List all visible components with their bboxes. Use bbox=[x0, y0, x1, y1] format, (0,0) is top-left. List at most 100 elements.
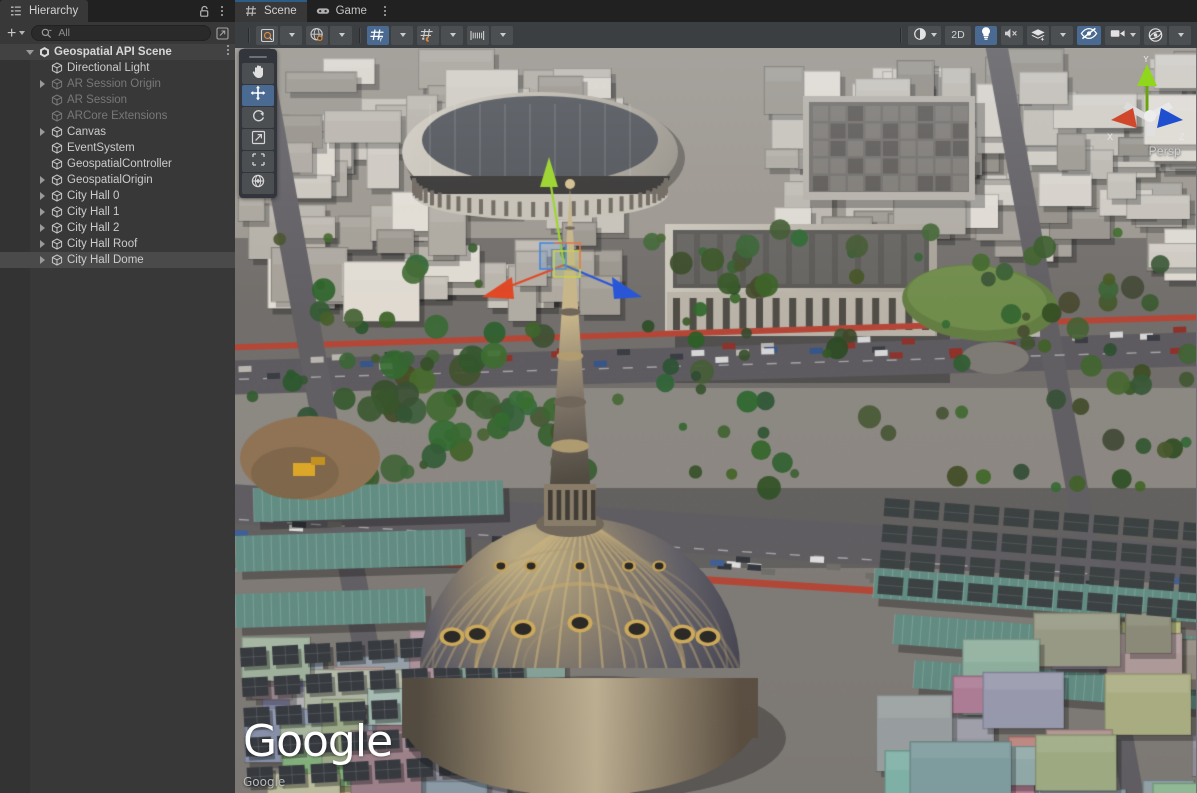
hierarchy-item-ar-session-origin[interactable]: AR Session Origin bbox=[0, 76, 235, 92]
window-popout-icon[interactable] bbox=[214, 25, 231, 41]
hand-icon bbox=[251, 64, 266, 84]
hierarchy-item-eventsystem[interactable]: EventSystem bbox=[0, 140, 235, 156]
grid-visibility-toggle[interactable]: Y bbox=[367, 26, 413, 45]
disclosure-triangle-icon[interactable] bbox=[36, 256, 49, 264]
hierarchy-item-label: City Hall 1 bbox=[65, 206, 119, 218]
disclosure-triangle-icon[interactable] bbox=[23, 50, 36, 55]
tab-game[interactable]: Game bbox=[307, 0, 377, 22]
draw-mode-dropdown[interactable] bbox=[256, 26, 302, 45]
hierarchy-item-city-hall-roof[interactable]: City Hall Roof bbox=[0, 236, 235, 252]
disclosure-triangle-icon[interactable] bbox=[36, 176, 49, 184]
tools-overlay[interactable] bbox=[239, 49, 277, 198]
disclosure-triangle-icon[interactable] bbox=[36, 240, 49, 248]
projection-mode-label[interactable]: Persp bbox=[1149, 144, 1181, 158]
tab-game-label: Game bbox=[336, 5, 367, 17]
scene-render-canvas[interactable] bbox=[235, 48, 1196, 793]
chevron-down-icon bbox=[931, 33, 937, 37]
kebab-menu-icon[interactable] bbox=[214, 3, 230, 19]
hierarchy-item-label: Directional Light bbox=[65, 62, 149, 74]
hierarchy-item-geospatialorigin[interactable]: GeospatialOrigin bbox=[0, 172, 235, 188]
kebab-menu-icon[interactable] bbox=[227, 45, 229, 55]
scene-audio-toggle[interactable] bbox=[1001, 26, 1023, 45]
svg-text:Y: Y bbox=[1143, 56, 1149, 64]
globe-icon[interactable] bbox=[306, 26, 328, 45]
disclosure-triangle-icon[interactable] bbox=[36, 192, 49, 200]
scale-icon bbox=[251, 130, 266, 150]
increment-snap-dropdown[interactable] bbox=[467, 26, 513, 45]
create-object-button[interactable]: + bbox=[4, 24, 28, 42]
hierarchy-item-city-hall-0[interactable]: City Hall 0 bbox=[0, 188, 235, 204]
scene-viewport[interactable]: Y X Z Persp Google Google bbox=[235, 48, 1197, 793]
disclosure-triangle-icon[interactable] bbox=[36, 128, 49, 136]
grid-y-icon[interactable]: Y bbox=[367, 26, 389, 45]
gizmos-toggle[interactable] bbox=[1144, 26, 1191, 45]
disclosure-triangle-icon[interactable] bbox=[36, 208, 49, 216]
fx-layers-icon[interactable] bbox=[1027, 26, 1049, 45]
scene-tabbar: Scene Game bbox=[235, 0, 1197, 22]
tab-scene[interactable]: Scene bbox=[235, 0, 307, 22]
disclosure-triangle-icon[interactable] bbox=[36, 224, 49, 232]
gameobject-icon bbox=[49, 174, 65, 186]
scene-lighting-2-dropdown[interactable] bbox=[306, 26, 352, 45]
hierarchy-item-label: City Hall Roof bbox=[65, 238, 137, 250]
increment-snap-chevron[interactable] bbox=[491, 26, 513, 45]
grid-snapping-chevron[interactable] bbox=[441, 26, 463, 45]
rect-transform-icon[interactable] bbox=[242, 151, 274, 172]
lock-icon[interactable] bbox=[196, 3, 212, 19]
hierarchy-item-label: GeospatialOrigin bbox=[65, 174, 153, 186]
gizmos-chevron[interactable] bbox=[1169, 26, 1191, 45]
svg-text:Z: Z bbox=[1179, 132, 1185, 142]
hierarchy-tree[interactable]: Geospatial API Scene Directional Light AR … bbox=[0, 44, 235, 793]
scene-tab-actions bbox=[377, 0, 398, 22]
camera-settings-dropdown[interactable] bbox=[1105, 26, 1140, 45]
scene-panel: Scene Game bbox=[235, 0, 1197, 793]
overlay-drag-handle[interactable] bbox=[249, 56, 267, 58]
hierarchy-item-city-hall-dome[interactable]: City Hall Dome bbox=[0, 252, 235, 268]
hand-tool[interactable] bbox=[242, 63, 274, 84]
hierarchy-item-canvas[interactable]: Canvas bbox=[0, 124, 235, 140]
hierarchy-item-geospatial-api-scene[interactable]: Geospatial API Scene bbox=[0, 44, 235, 60]
grid-magnet-icon[interactable] bbox=[417, 26, 439, 45]
toolbar-group-left bbox=[256, 26, 352, 45]
draw-mode-chevron[interactable] bbox=[280, 26, 302, 45]
grid-snapping-toggle[interactable] bbox=[417, 26, 463, 45]
gamepad-icon bbox=[315, 3, 331, 19]
hierarchy-item-ar-session[interactable]: AR Session bbox=[0, 92, 235, 108]
hierarchy-item-city-hall-2[interactable]: City Hall 2 bbox=[0, 220, 235, 236]
ruler-icon[interactable] bbox=[467, 26, 489, 45]
scene-lighting-2-chevron[interactable] bbox=[330, 26, 352, 45]
lightbulb-icon bbox=[980, 26, 992, 44]
hierarchy-item-label: GeospatialController bbox=[65, 158, 172, 170]
scene-fx-chevron[interactable] bbox=[1051, 26, 1073, 45]
move-arrows-icon bbox=[250, 85, 266, 106]
tabbar-spacer bbox=[88, 0, 196, 22]
hierarchy-item-directional-light[interactable]: Directional Light bbox=[0, 60, 235, 76]
hierarchy-item-label: AR Session bbox=[65, 94, 127, 106]
chevron-down-icon bbox=[19, 31, 25, 35]
move-tool[interactable] bbox=[242, 85, 274, 106]
gizmos-icon[interactable] bbox=[1144, 26, 1167, 45]
gameobject-icon bbox=[49, 158, 65, 170]
rotate-tool[interactable] bbox=[242, 107, 274, 128]
search-input[interactable]: All bbox=[31, 25, 211, 41]
hierarchy-item-geospatialcontroller[interactable]: GeospatialController bbox=[0, 156, 235, 172]
2d-toggle[interactable]: 2D bbox=[945, 26, 971, 45]
hierarchy-item-label: City Hall 0 bbox=[65, 190, 119, 202]
shading-mode-dropdown[interactable] bbox=[908, 26, 941, 45]
kebab-menu-icon[interactable] bbox=[377, 3, 393, 19]
scale-tool[interactable] bbox=[242, 129, 274, 150]
hierarchy-item-arcore-extensions[interactable]: ARCore Extensions bbox=[0, 108, 235, 124]
scene-fx-dropdown[interactable] bbox=[1027, 26, 1073, 45]
toolbar-separator bbox=[359, 28, 360, 43]
transform-tool[interactable] bbox=[242, 173, 274, 194]
hierarchy-item-city-hall-1[interactable]: City Hall 1 bbox=[0, 204, 235, 220]
scene-visibility-toggle[interactable] bbox=[1077, 26, 1101, 45]
shaded-sphere-icon[interactable] bbox=[256, 26, 278, 45]
hierarchy-tabbar: Hierarchy bbox=[0, 0, 235, 22]
grid-visibility-chevron[interactable] bbox=[391, 26, 413, 45]
hierarchy-icon bbox=[8, 3, 24, 19]
gameobject-icon bbox=[49, 238, 65, 250]
scene-lighting-toggle[interactable] bbox=[975, 26, 997, 45]
tab-hierarchy[interactable]: Hierarchy bbox=[0, 0, 88, 22]
disclosure-triangle-icon[interactable] bbox=[36, 80, 49, 88]
